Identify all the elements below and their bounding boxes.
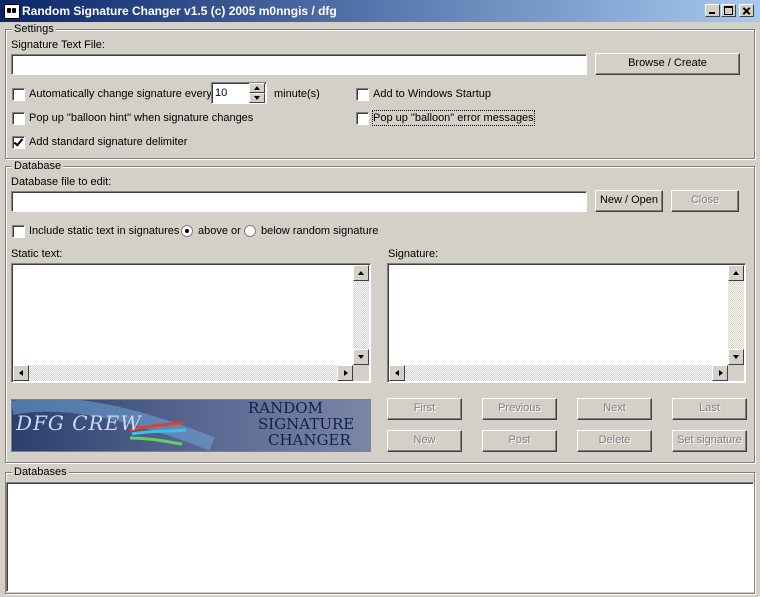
include-static-checkbox[interactable] xyxy=(12,225,25,238)
startup-checkbox[interactable] xyxy=(356,88,369,101)
auto-change-label: Automatically change signature every xyxy=(29,88,212,100)
static-hscroll[interactable] xyxy=(13,365,353,381)
scroll-left-icon[interactable] xyxy=(13,365,29,381)
previous-button[interactable]: Previous xyxy=(482,398,557,420)
below-label: below random signature xyxy=(261,225,379,237)
below-radio[interactable] xyxy=(244,225,256,237)
minimize-icon[interactable] xyxy=(705,4,720,17)
above-label: above or xyxy=(198,225,241,237)
set-signature-button[interactable]: Set signature xyxy=(672,430,747,452)
delimiter-checkbox[interactable] xyxy=(12,136,25,149)
signature-memo[interactable] xyxy=(387,263,746,383)
scroll-up-icon[interactable] xyxy=(728,265,744,281)
interval-value: 10 xyxy=(215,87,228,99)
size-grip xyxy=(353,365,369,381)
databases-legend: Databases xyxy=(12,466,69,479)
static-vscroll[interactable] xyxy=(353,265,369,365)
interval-spin[interactable] xyxy=(249,83,265,103)
balloon-hint-label: Pop up "balloon hint" when signature cha… xyxy=(29,112,254,124)
banner-left-text: DFG CREW xyxy=(16,411,142,435)
first-button[interactable]: First xyxy=(387,398,462,420)
static-text-label: Static text: xyxy=(11,248,63,260)
close-button[interactable]: Close xyxy=(671,190,739,212)
include-static-label: Include static text in signatures xyxy=(29,225,180,237)
banner-line2: SIGNATURE xyxy=(258,415,355,433)
settings-legend: Settings xyxy=(12,23,56,36)
database-file-input[interactable] xyxy=(11,191,587,212)
scroll-down-icon[interactable] xyxy=(728,349,744,365)
static-text-memo[interactable] xyxy=(11,263,371,383)
database-file-label: Database file to edit: xyxy=(11,176,112,188)
interval-unit-label: minute(s) xyxy=(274,88,320,100)
dfg-banner-logo: DFG CREW RANDOM SIGNATURE CHANGER xyxy=(11,399,371,452)
database-legend: Database xyxy=(12,160,64,173)
startup-label: Add to Windows Startup xyxy=(373,88,492,100)
maximize-icon[interactable] xyxy=(721,4,736,17)
above-radio[interactable] xyxy=(181,225,193,237)
delimiter-label: Add standard signature delimiter xyxy=(29,136,188,148)
delete-button[interactable]: Delete xyxy=(577,430,652,452)
new-button[interactable]: New xyxy=(387,430,462,452)
app-icon[interactable] xyxy=(4,4,20,19)
banner-line1: RANDOM xyxy=(248,399,323,417)
scroll-left-icon[interactable] xyxy=(389,365,405,381)
scroll-right-icon[interactable] xyxy=(712,365,728,381)
scroll-right-icon[interactable] xyxy=(337,365,353,381)
databases-list[interactable] xyxy=(6,482,754,592)
spin-down-icon[interactable] xyxy=(249,93,265,103)
post-button[interactable]: Post xyxy=(482,430,557,452)
last-button[interactable]: Last xyxy=(672,398,747,420)
scroll-up-icon[interactable] xyxy=(353,265,369,281)
balloon-error-checkbox[interactable] xyxy=(356,112,369,125)
banner-line3: CHANGER xyxy=(268,431,351,449)
next-button[interactable]: Next xyxy=(577,398,652,420)
close-icon[interactable] xyxy=(739,4,754,17)
balloon-error-label: Pop up "balloon" error messages xyxy=(372,110,535,126)
signature-file-label: Signature Text File: xyxy=(11,39,105,51)
browse-create-button[interactable]: Browse / Create xyxy=(595,53,740,75)
signature-file-input[interactable] xyxy=(11,54,587,75)
signature-vscroll[interactable] xyxy=(728,265,744,365)
spin-up-icon[interactable] xyxy=(249,83,265,93)
signature-label: Signature: xyxy=(388,248,439,260)
window-title: Random Signature Changer v1.5 (c) 2005 m… xyxy=(22,4,337,18)
title-bar[interactable]: Random Signature Changer v1.5 (c) 2005 m… xyxy=(0,0,760,22)
auto-change-checkbox[interactable] xyxy=(12,88,25,101)
new-open-button[interactable]: New / Open xyxy=(595,190,663,212)
signature-hscroll[interactable] xyxy=(389,365,728,381)
size-grip xyxy=(728,365,744,381)
scroll-down-icon[interactable] xyxy=(353,349,369,365)
balloon-hint-checkbox[interactable] xyxy=(12,112,25,125)
